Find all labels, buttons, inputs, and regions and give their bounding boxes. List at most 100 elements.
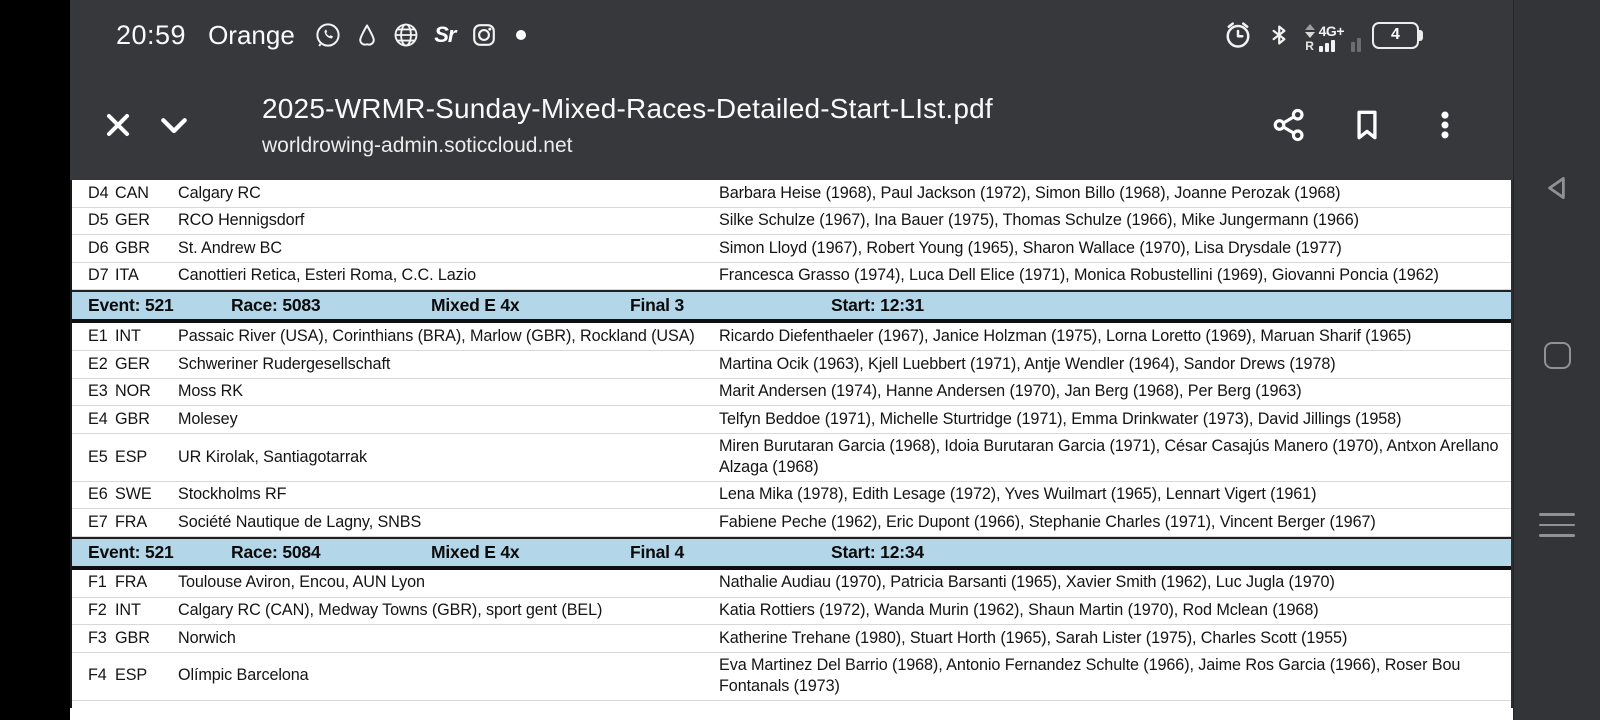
alarm-icon (1223, 20, 1253, 50)
chevron-down-icon[interactable] (146, 97, 202, 153)
table-row: D6GBRSt. Andrew BCSimon Lloyd (1967), Ro… (72, 235, 1511, 263)
table-row: D7ITACanottieri Retica, Esteri Roma, C.C… (72, 263, 1511, 291)
carrier-label: Orange (208, 20, 295, 51)
event-boat: Mixed E 4x (431, 542, 630, 563)
recents-icon[interactable] (1535, 503, 1579, 547)
table-row: F2INTCalgary RC (CAN), Medway Towns (GBR… (72, 598, 1511, 626)
event-header-row: Event: 521Race: 5084Mixed E 4xFinal 4Sta… (72, 537, 1511, 570)
cell-club: Molesey (178, 409, 719, 431)
event-final: Final 3 (630, 295, 831, 316)
cell-lane: D7 (72, 265, 115, 287)
cell-country: CAN (115, 183, 178, 205)
cell-crew: Fabiene Peche (1962), Eric Dupont (1966)… (719, 510, 1511, 536)
table-row: E5ESPUR Kirolak, SantiagotarrakMiren Bur… (72, 434, 1511, 482)
instagram-icon (469, 20, 499, 50)
cell-club: Stockholms RF (178, 484, 719, 506)
home-icon[interactable] (1535, 333, 1579, 377)
cell-lane: F2 (72, 600, 115, 622)
table-row: E2GERSchweriner RudergesellschaftMartina… (72, 351, 1511, 379)
cell-club: St. Andrew BC (178, 238, 719, 260)
cell-crew: Lena Mika (1978), Edith Lesage (1972), Y… (719, 482, 1511, 508)
cell-crew: Nathalie Audiau (1970), Patricia Barsant… (719, 570, 1511, 596)
cell-lane: F1 (72, 572, 115, 594)
cell-club: Schweriner Rudergesellschaft (178, 354, 719, 376)
cell-crew: Miren Burutaran Garcia (1968), Idoia Bur… (719, 434, 1511, 481)
battery-icon: 4 (1372, 22, 1419, 49)
roaming-indicator: R (1305, 40, 1314, 52)
cell-club: Calgary RC (178, 183, 719, 205)
android-nav-bar (1513, 0, 1600, 720)
cell-club: Toulouse Aviron, Encou, AUN Lyon (178, 572, 719, 594)
network-type-label: 4G+ (1319, 25, 1344, 38)
cell-country: ESP (115, 447, 178, 469)
cell-crew: Telfyn Beddoe (1971), Michelle Sturtridg… (719, 407, 1511, 433)
cell-lane: E3 (72, 381, 115, 403)
bookmark-button[interactable] (1339, 97, 1395, 153)
table-row: D5GERRCO HennigsdorfSilke Schulze (1967)… (72, 208, 1511, 236)
cell-club: Moss RK (178, 381, 719, 403)
cell-crew: Katia Rottiers (1972), Wanda Murin (1962… (719, 598, 1511, 624)
cell-lane: D5 (72, 210, 115, 232)
event-final: Final 4 (630, 542, 831, 563)
cell-lane: D4 (72, 183, 115, 205)
cell-country: SWE (115, 484, 178, 506)
table-row: E1INTPassaic River (USA), Corinthians (B… (72, 323, 1511, 351)
cell-country: NOR (115, 381, 178, 403)
table-row: E3NORMoss RKMarit Andersen (1974), Hanne… (72, 379, 1511, 407)
cell-lane: E6 (72, 484, 115, 506)
cell-country: GBR (115, 628, 178, 650)
screen-cutout-strip (0, 0, 70, 720)
cell-club: UR Kirolak, Santiagotarrak (178, 447, 719, 469)
cell-crew: Silke Schulze (1967), Ina Bauer (1975), … (719, 208, 1511, 234)
notification-dot-icon (516, 30, 526, 40)
cell-country: FRA (115, 572, 178, 594)
document-source: worldrowing-admin.soticcloud.net (262, 134, 1245, 158)
cell-club: Société Nautique de Lagny, SNBS (178, 512, 719, 534)
cell-crew: Katherine Trehane (1980), Stuart Horth (… (719, 626, 1511, 652)
status-bar: 20:59 Orange (70, 0, 1513, 70)
clock-time: 20:59 (116, 20, 186, 51)
cell-country: GER (115, 210, 178, 232)
table-row: E4GBRMoleseyTelfyn Beddoe (1971), Michel… (72, 406, 1511, 434)
table-row: F4ESPOlímpic BarcelonaEva Martinez Del B… (72, 653, 1511, 701)
cell-club: Canottieri Retica, Esteri Roma, C.C. Laz… (178, 265, 719, 287)
cell-club: Calgary RC (CAN), Medway Towns (GBR), sp… (178, 600, 719, 622)
close-button[interactable] (90, 97, 146, 153)
battery-fill (1377, 27, 1381, 44)
table-row: E6SWEStockholms RFLena Mika (1978), Edit… (72, 482, 1511, 510)
table-row: E7FRASociété Nautique de Lagny, SNBSFabi… (72, 509, 1511, 537)
cell-lane: E7 (72, 512, 115, 534)
pdf-page-scroll-area[interactable]: D4CANCalgary RCBarbara Heise (1968), Pau… (70, 180, 1513, 720)
cell-lane: F3 (72, 628, 115, 650)
airbnb-icon (352, 20, 382, 50)
pdf-viewer-header: 2025-WRMR-Sunday-Mixed-Races-Detailed-St… (70, 70, 1513, 180)
cell-lane: E2 (72, 354, 115, 376)
bluetooth-icon (1264, 20, 1294, 50)
cell-country: GER (115, 354, 178, 376)
event-race: Race: 5084 (231, 542, 431, 563)
cell-country: FRA (115, 512, 178, 534)
table-row: F1FRAToulouse Aviron, Encou, AUN LyonNat… (72, 570, 1511, 598)
globe-icon (391, 20, 421, 50)
document-title: 2025-WRMR-Sunday-Mixed-Races-Detailed-St… (262, 93, 1245, 125)
back-icon[interactable] (1535, 166, 1579, 210)
cell-crew: Eva Martinez Del Barrio (1968), Antonio … (719, 653, 1511, 700)
cell-club: Passaic River (USA), Corinthians (BRA), … (178, 326, 719, 348)
table-row: F3GBRNorwichKatherine Trehane (1980), St… (72, 625, 1511, 653)
overflow-menu-button[interactable] (1417, 97, 1473, 153)
cell-club: RCO Hennigsdorf (178, 210, 719, 232)
cell-crew: Simon Lloyd (1967), Robert Young (1965),… (719, 236, 1511, 262)
cell-crew: Ricardo Diefenthaeler (1967), Janice Hol… (719, 324, 1511, 350)
cell-country: GBR (115, 409, 178, 431)
cell-country: ESP (115, 665, 178, 687)
event-header-row: Event: 521Race: 5083Mixed E 4xFinal 3Sta… (72, 290, 1511, 323)
event-race: Race: 5083 (231, 295, 431, 316)
cell-crew: Martina Ocik (1963), Kjell Luebbert (197… (719, 352, 1511, 378)
pdf-viewer-app: 20:59 Orange (70, 0, 1513, 720)
signal-sim2-bars (1351, 38, 1361, 52)
share-button[interactable] (1261, 97, 1317, 153)
event-event: Event: 521 (72, 295, 231, 316)
start-list-table: D4CANCalgary RCBarbara Heise (1968), Pau… (70, 180, 1513, 708)
cell-lane: D6 (72, 238, 115, 260)
sofascore-icon: Sr (430, 20, 460, 50)
